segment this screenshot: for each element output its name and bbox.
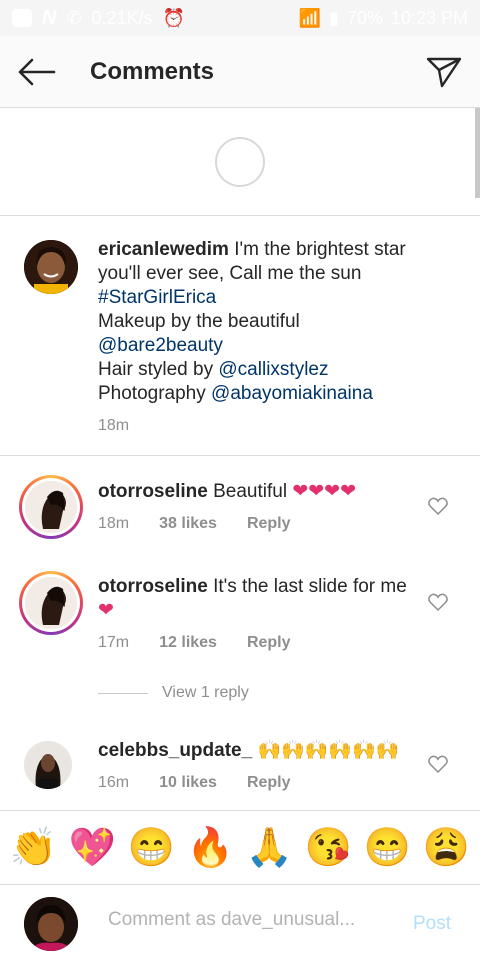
avatar[interactable]: [24, 240, 78, 294]
loading-spinner: [215, 136, 265, 187]
comment-body: It's the last slide for me: [213, 576, 407, 597]
heart-emoji: ❤: [98, 600, 114, 621]
hair-credit: Hair styled by: [98, 359, 214, 380]
hair-handle-link[interactable]: @callixstylez: [218, 359, 328, 380]
scrollbar[interactable]: [475, 108, 480, 198]
battery-icon: ▮: [329, 7, 339, 28]
photo-handle-link[interactable]: @abayomiakinaina: [211, 383, 373, 404]
caption-username[interactable]: ericanlewedim: [98, 239, 229, 260]
avatar[interactable]: [24, 741, 72, 789]
arrow-left-icon: [18, 58, 56, 85]
paper-plane-icon: [426, 57, 462, 87]
network-speed: 0.21K/s: [91, 7, 153, 28]
raising-hands-emoji: 🙌🙌🙌🙌🙌🙌: [257, 740, 400, 761]
comment-meta: 17m 12 likes Reply: [98, 634, 291, 652]
view-replies-button[interactable]: View 1 reply: [98, 684, 249, 702]
status-bar: N ✆ 0.21K/s ⏰ 📶 ▮ 70% 10:23 PM: [0, 0, 480, 36]
view-replies-label: View 1 reply: [162, 684, 249, 701]
like-button[interactable]: [426, 590, 450, 614]
profile-photo: [24, 240, 78, 294]
comment-meta: 16m 10 likes Reply: [98, 774, 291, 792]
comment-composer: Post: [0, 884, 480, 960]
divider: [98, 692, 148, 694]
loading-area: [0, 108, 480, 216]
folded-hands-emoji[interactable]: 🙏: [244, 822, 296, 874]
comment-username[interactable]: otorroseline: [98, 481, 208, 502]
avatar: [24, 897, 78, 951]
photo-credit: Photography: [98, 383, 206, 404]
sparkling-heart-emoji[interactable]: 💖: [67, 822, 119, 874]
weary-face-emoji[interactable]: 😩: [421, 822, 473, 874]
reply-button[interactable]: Reply: [247, 774, 291, 792]
kissing-face-emoji[interactable]: 😘: [303, 822, 355, 874]
page-title: Comments: [90, 57, 215, 85]
comment-time: 17m: [98, 634, 130, 651]
signal-icon: 📶: [298, 7, 322, 28]
reply-button[interactable]: Reply: [247, 634, 291, 652]
reply-button[interactable]: Reply: [247, 515, 291, 533]
comment-username[interactable]: celebbs_update_: [98, 740, 252, 761]
comment-meta: 18m 38 likes Reply: [98, 515, 291, 533]
profile-photo: [24, 897, 78, 951]
hashtag-link[interactable]: #StarGirlErica: [98, 287, 216, 308]
grinning-face-emoji[interactable]: 😁: [126, 822, 178, 874]
comment-text: celebbs_update_ 🙌🙌🙌🙌🙌🙌: [98, 739, 408, 763]
profile-photo: [25, 481, 77, 533]
back-button[interactable]: [0, 36, 72, 108]
comment-input[interactable]: [108, 909, 398, 931]
clock: 10:23 PM: [390, 7, 468, 28]
messages-icon: [12, 9, 32, 27]
clapping-hands-emoji[interactable]: 👏: [8, 822, 60, 874]
comment-time: 16m: [98, 774, 130, 791]
comment-item: otorroseline It's the last slide for me ❤…: [0, 568, 480, 672]
like-button[interactable]: [426, 752, 450, 776]
emoji-quick-bar: 👏 💖 😁 🔥 🙏 😘 😁 😩: [0, 810, 480, 884]
makeup-handle-link[interactable]: @bare2beauty: [98, 335, 223, 356]
caption-timestamp: 18m: [98, 417, 130, 434]
profile-photo: [24, 741, 72, 789]
comment-body: Beautiful: [213, 481, 288, 502]
profile-photo: [25, 577, 77, 629]
heart-icon: [428, 755, 448, 773]
makeup-credit: Makeup by the beautiful: [98, 311, 300, 332]
grinning-face-emoji[interactable]: 😁: [362, 822, 414, 874]
comment-text: otorroseline It's the last slide for me ❤: [98, 575, 408, 623]
post-caption: ericanlewedim I'm the brightest star you…: [0, 216, 480, 456]
n-app-icon: N: [42, 6, 57, 29]
hearts-emoji: ❤❤❤❤: [292, 481, 357, 502]
avatar[interactable]: [19, 571, 83, 635]
caption-text: ericanlewedim I'm the brightest star you…: [98, 238, 448, 406]
comment-item: otorroseline Beautiful ❤❤❤❤ 18m 38 likes…: [0, 456, 480, 568]
heart-icon: [428, 593, 448, 611]
post-button[interactable]: Post: [413, 913, 451, 935]
top-bar: Comments: [0, 36, 480, 108]
likes-count[interactable]: 10 likes: [159, 774, 217, 792]
comment-time: 18m: [98, 515, 130, 532]
share-button[interactable]: [408, 36, 480, 108]
likes-count[interactable]: 12 likes: [159, 634, 217, 652]
whatsapp-icon: ✆: [66, 7, 82, 28]
likes-count[interactable]: 38 likes: [159, 515, 217, 533]
like-button[interactable]: [426, 494, 450, 518]
alarm-icon: ⏰: [162, 7, 186, 28]
fire-emoji[interactable]: 🔥: [185, 822, 237, 874]
heart-icon: [428, 497, 448, 515]
battery-level: 70%: [346, 7, 383, 28]
comment-item: celebbs_update_ 🙌🙌🙌🙌🙌🙌 16m 10 likes Repl…: [0, 724, 480, 810]
avatar[interactable]: [19, 475, 83, 539]
comment-username[interactable]: otorroseline: [98, 576, 208, 597]
comment-text: otorroseline Beautiful ❤❤❤❤: [98, 480, 408, 504]
